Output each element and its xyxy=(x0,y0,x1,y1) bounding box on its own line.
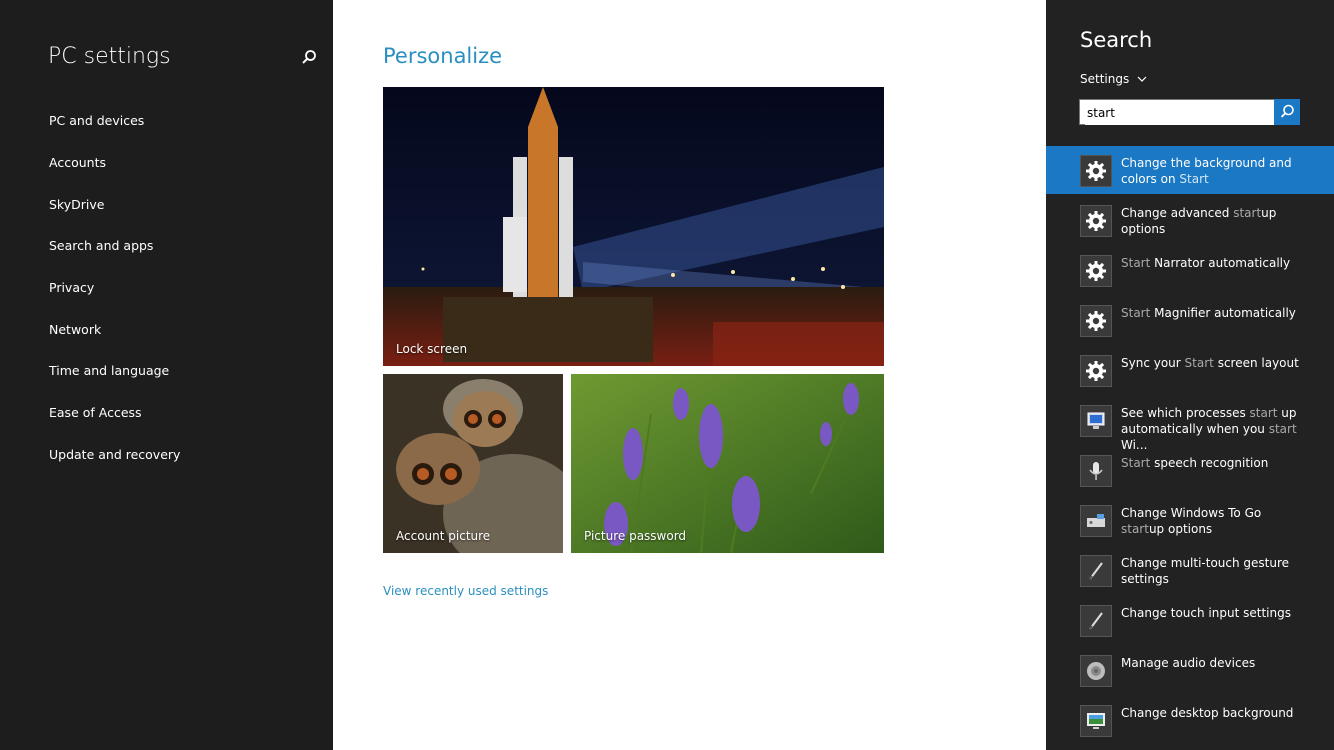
search-result-item[interactable]: Manage audio devices xyxy=(1046,646,1334,694)
search-result-item[interactable]: Change advanced startup options xyxy=(1046,196,1334,244)
search-result-label: Change touch input settings xyxy=(1121,605,1306,621)
search-result-text: up options xyxy=(1148,522,1213,536)
search-result-item[interactable]: Change Windows To Go startup options xyxy=(1046,496,1334,544)
nav-item-ease-of-access[interactable]: Ease of Access xyxy=(49,405,142,420)
search-result-text: start xyxy=(1121,522,1149,536)
search-result-label: Change Windows To Go startup options xyxy=(1121,505,1306,537)
gear-icon xyxy=(1080,255,1112,287)
gear-icon xyxy=(1080,205,1112,237)
search-result-label: Sync your Start screen layout xyxy=(1121,355,1306,371)
account-picture-tile[interactable]: Account picture xyxy=(383,374,563,553)
drive-icon xyxy=(1080,505,1112,537)
nav-item-pc-and-devices[interactable]: PC and devices xyxy=(49,113,144,128)
search-result-label: Manage audio devices xyxy=(1121,655,1306,671)
search-result-text: Narrator automatically xyxy=(1150,256,1291,270)
view-recent-settings-link[interactable]: View recently used settings xyxy=(383,584,548,598)
search-result-text: Start xyxy=(1121,256,1151,270)
nav-item-search-and-apps[interactable]: Search and apps xyxy=(49,238,153,253)
search-result-label: Start Narrator automatically xyxy=(1121,255,1306,271)
search-result-text: Start xyxy=(1121,456,1151,470)
search-result-item[interactable]: Change the background and colors on Star… xyxy=(1046,146,1334,194)
lock-screen-tile[interactable]: Lock screen xyxy=(383,87,884,366)
search-result-label: Change desktop background xyxy=(1121,705,1306,721)
picture-password-tile[interactable]: Picture password xyxy=(571,374,884,553)
search-result-text: speech recognition xyxy=(1150,456,1269,470)
search-input[interactable] xyxy=(1085,101,1279,125)
speaker-icon xyxy=(1080,655,1112,687)
nav-item-accounts[interactable]: Accounts xyxy=(49,155,106,170)
search-result-label: Start speech recognition xyxy=(1121,455,1306,471)
search-result-text: start xyxy=(1268,422,1297,436)
search-result-text: Magnifier automatically xyxy=(1150,306,1296,320)
search-result-text: Manage audio devices xyxy=(1121,656,1256,670)
desktop-icon xyxy=(1080,705,1112,737)
pen-icon xyxy=(1080,605,1112,637)
search-result-item[interactable]: Change multi-touch gesture settings xyxy=(1046,546,1334,594)
search-result-text: Start xyxy=(1121,306,1151,320)
search-result-text: Change multi-touch gesture settings xyxy=(1121,556,1290,586)
search-result-label: Start Magnifier automatically xyxy=(1121,305,1306,321)
search-result-text: Change desktop background xyxy=(1121,706,1294,720)
lock-screen-image xyxy=(383,87,884,366)
nav-item-time-and-language[interactable]: Time and language xyxy=(49,363,169,378)
personalize-pane: Personalize Lock screen Account picture … xyxy=(333,0,1046,750)
picture-password-image xyxy=(571,374,884,553)
nav-item-privacy[interactable]: Privacy xyxy=(49,280,94,295)
search-result-text: Sync your xyxy=(1121,356,1185,370)
pc-settings-pane: PC settings PC and devices Accounts SkyD… xyxy=(0,0,333,750)
gear-icon xyxy=(1080,155,1112,187)
search-scope-dropdown[interactable]: Settings xyxy=(1080,72,1147,86)
gear-icon xyxy=(1080,305,1112,337)
gear-icon xyxy=(1080,355,1112,387)
search-result-text: Change touch input settings xyxy=(1121,606,1291,620)
search-scope-label: Settings xyxy=(1080,72,1130,86)
tile-label: Picture password xyxy=(584,529,687,543)
search-result-item[interactable]: Change desktop background xyxy=(1046,696,1334,744)
search-result-text: Change Windows To Go xyxy=(1121,506,1262,520)
nav-item-network[interactable]: Network xyxy=(49,322,101,337)
search-icon[interactable] xyxy=(300,48,318,66)
search-result-label: Change the background and colors on Star… xyxy=(1121,155,1306,187)
chevron-down-icon xyxy=(1137,76,1147,82)
search-result-item[interactable]: Change touch input settings xyxy=(1046,596,1334,644)
search-title: Search xyxy=(1080,28,1153,52)
search-result-label: Change multi-touch gesture settings xyxy=(1121,555,1306,587)
section-heading: Personalize xyxy=(383,44,503,68)
account-picture-image xyxy=(383,374,563,553)
search-result-text: Start xyxy=(1184,356,1214,370)
search-result-label: Change advanced startup options xyxy=(1121,205,1306,237)
search-result-item[interactable]: Sync your Start screen layout xyxy=(1046,346,1334,394)
monitor-icon xyxy=(1080,405,1112,437)
microphone-icon xyxy=(1080,455,1112,487)
search-result-item[interactable]: Start Magnifier automatically xyxy=(1046,296,1334,344)
nav-item-update-and-recovery[interactable]: Update and recovery xyxy=(49,447,180,462)
search-result-item[interactable]: Start speech recognition xyxy=(1046,446,1334,494)
search-result-item[interactable]: Start Narrator automatically xyxy=(1046,246,1334,294)
search-result-text: See which processes xyxy=(1121,406,1250,420)
tile-label: Account picture xyxy=(396,529,491,543)
search-box xyxy=(1079,99,1300,125)
search-button[interactable] xyxy=(1274,99,1300,125)
search-result-text: Start xyxy=(1179,172,1209,186)
page-title: PC settings xyxy=(48,44,171,69)
search-result-text: Change advanced xyxy=(1121,206,1234,220)
search-result-item[interactable]: See which processes start up automatical… xyxy=(1046,396,1334,452)
search-result-text: start xyxy=(1249,406,1278,420)
pen-icon xyxy=(1080,555,1112,587)
search-result-text: start xyxy=(1233,206,1262,220)
search-icon xyxy=(1280,104,1294,118)
search-charm: Search Settings Change the background an… xyxy=(1046,0,1334,750)
nav-item-skydrive[interactable]: SkyDrive xyxy=(49,197,104,212)
tile-label: Lock screen xyxy=(396,342,468,356)
search-result-text: screen layout xyxy=(1213,356,1299,370)
